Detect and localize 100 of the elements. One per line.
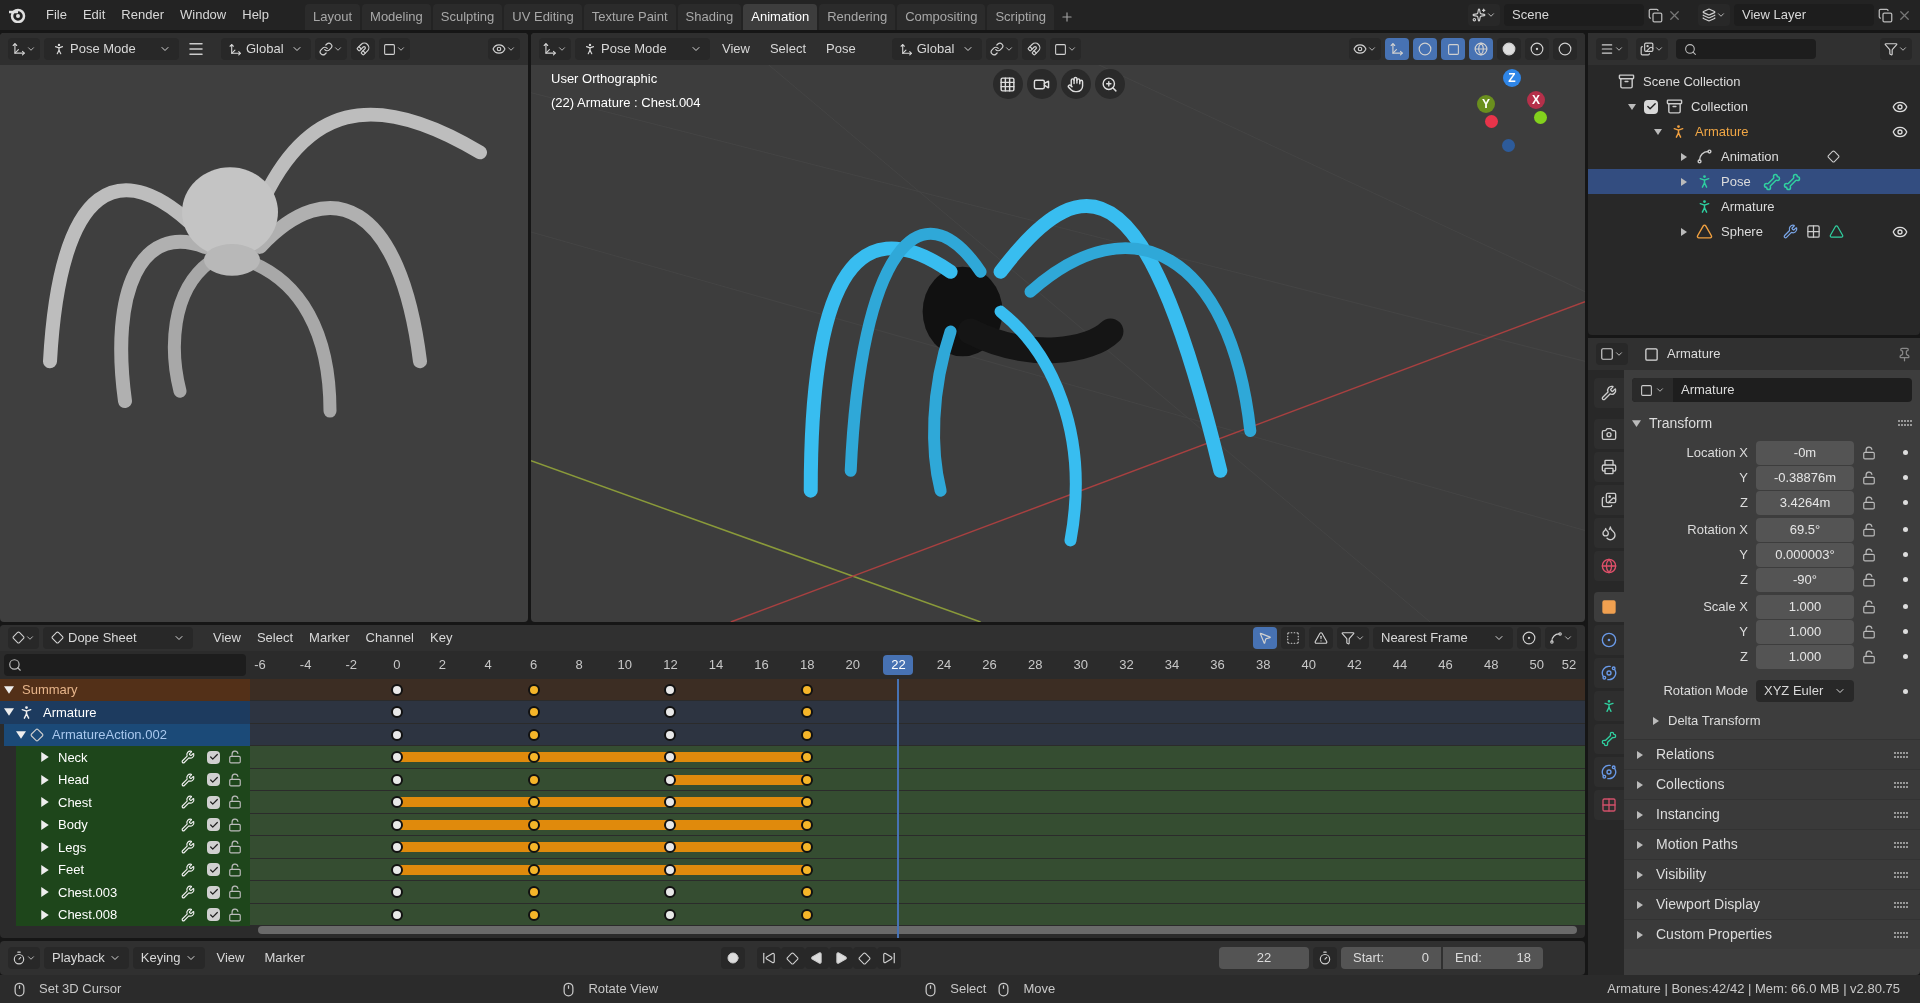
workspace-tab[interactable]: Shading [677,4,742,30]
menu-item[interactable]: View [208,948,253,968]
number-field[interactable]: 3.4264m [1756,490,1854,515]
panel-title[interactable]: Motion Paths [1656,834,1738,855]
outliner-label: Armature [1695,122,1749,141]
frame-number: 32 [1118,655,1135,674]
mode-dropdown[interactable]: Pose Mode [44,38,179,60]
outliner-item[interactable]: Sphere [1588,219,1920,244]
panel-title[interactable]: Transform [1649,412,1713,434]
outliner-item[interactable]: Armature [1588,194,1920,219]
workspace-tab[interactable]: Layout [305,4,361,30]
menu-item[interactable]: View [714,39,758,59]
number-field[interactable]: -90° [1756,567,1854,592]
property-label: Y [1738,622,1749,641]
mode-dropdown[interactable]: Dope Sheet [43,626,193,649]
frame-number: 36 [1209,655,1226,674]
panel-title[interactable]: Viewport Display [1656,894,1760,915]
frame-number: 16 [753,655,770,674]
workspace-tab[interactable]: UV Editing [504,4,582,30]
panel-title[interactable]: Custom Properties [1656,924,1772,945]
mode-dropdown[interactable]: Pose Mode [575,38,710,60]
outliner-item[interactable]: Pose [1588,169,1920,194]
subpanel-title[interactable]: Delta Transform [1668,711,1761,731]
number-field[interactable]: 1.000 [1756,644,1854,669]
menu-item[interactable]: Render [113,5,172,25]
channel-name[interactable]: Armature [43,702,97,722]
menu-item[interactable]: Edit [74,5,114,25]
orientation-dropdown[interactable]: Global [891,38,982,60]
channel-name[interactable]: Neck [58,747,88,767]
property-label: Rotation X [1686,520,1749,539]
property-label: Scale X [1702,597,1749,616]
frame-number: 30 [1072,655,1090,674]
context-path: Armature [1667,345,1721,364]
channel-name[interactable]: Legs [58,837,87,857]
object-info: (22) Armature : Chest.004 [551,93,701,112]
frame-number: 46 [1437,655,1454,674]
playback-dropdown[interactable]: Playback [44,947,129,969]
frame-number: 18 [798,655,816,674]
menu-item[interactable]: Select [248,628,302,648]
workspace-tab[interactable]: Compositing [897,4,986,30]
number-field[interactable]: -0.38876m [1756,465,1854,490]
channel-name[interactable]: Feet [58,860,84,880]
menu-item[interactable]: Marker [301,628,358,648]
status-hint: Rotate View [588,980,659,999]
menu-item[interactable]: Marker [256,948,313,968]
menu-item[interactable]: View [205,628,249,648]
frame-number: 2 [437,655,447,674]
orientation-dropdown[interactable]: Global [221,38,311,60]
menu-item[interactable]: Channel [357,628,422,648]
property-label: Y [1738,468,1749,487]
number-field[interactable]: 0.000003° [1756,542,1854,567]
scene-field[interactable]: Scene [1504,4,1644,26]
menu-item[interactable]: Window [172,5,235,25]
channel-name[interactable]: Chest [58,792,92,812]
outliner-label: Animation [1721,147,1779,166]
workspace-tab[interactable]: Animation [743,4,818,30]
snap-dropdown[interactable]: Nearest Frame [1373,626,1513,649]
status-hint: Set 3D Cursor [39,980,122,999]
property-label: Z [1739,570,1749,589]
keying-dropdown[interactable]: Keying [132,947,205,969]
number-field[interactable]: 69.5° [1756,517,1854,542]
panel-title[interactable]: Relations [1656,744,1715,765]
frame-number: 0 [392,655,402,674]
channel-name[interactable]: Summary [22,680,78,700]
panel-title[interactable]: Instancing [1656,804,1720,825]
frame-number: 20 [844,655,862,674]
channel-name[interactable]: Head [58,770,90,790]
frame-number: 34 [1163,655,1181,674]
panel-title[interactable]: Collections [1656,774,1725,795]
workspace-tab[interactable]: Modeling [362,4,431,30]
outliner-item[interactable]: Armature [1588,119,1920,144]
frame-number: 52 [1560,655,1578,674]
number-field[interactable]: 1.000 [1756,619,1854,644]
object-name-field[interactable]: Armature [1632,378,1912,402]
frame-number: 48 [1482,655,1500,674]
menu-item[interactable]: Pose [818,39,864,59]
frame-number: 14 [707,655,725,674]
current-frame-field[interactable]: 22 [1219,947,1309,969]
view-layer-field[interactable]: View Layer [1734,4,1874,26]
number-field[interactable]: -0m [1756,440,1854,465]
outliner-item[interactable]: Collection [1588,94,1920,119]
frame-number: 26 [981,655,998,674]
channel-name[interactable]: Body [58,815,88,835]
workspace-tab[interactable]: Texture Paint [583,4,676,30]
end-frame-field[interactable]: End: 18 [1443,947,1543,969]
workspace-tab[interactable]: Scripting [987,4,1054,30]
menu-item[interactable]: Help [234,5,277,25]
outliner-item[interactable]: Animation [1588,144,1920,169]
rotation-mode-dropdown[interactable]: XYZ Euler [1756,680,1854,702]
menu-item[interactable]: File [38,5,75,25]
outliner-label: Pose [1721,172,1751,191]
current-frame-indicator[interactable]: 22 [883,654,914,675]
menu-item[interactable]: Key [422,628,461,648]
workspace-tab[interactable]: Sculpting [432,4,503,30]
panel-title[interactable]: Visibility [1656,864,1707,885]
workspace-tab[interactable]: Rendering [819,4,896,30]
menu-item[interactable]: Select [761,39,815,59]
number-field[interactable]: 1.000 [1756,594,1854,619]
outliner-item[interactable]: Scene Collection [1588,69,1920,94]
start-frame-field[interactable]: Start: 0 [1341,947,1441,969]
